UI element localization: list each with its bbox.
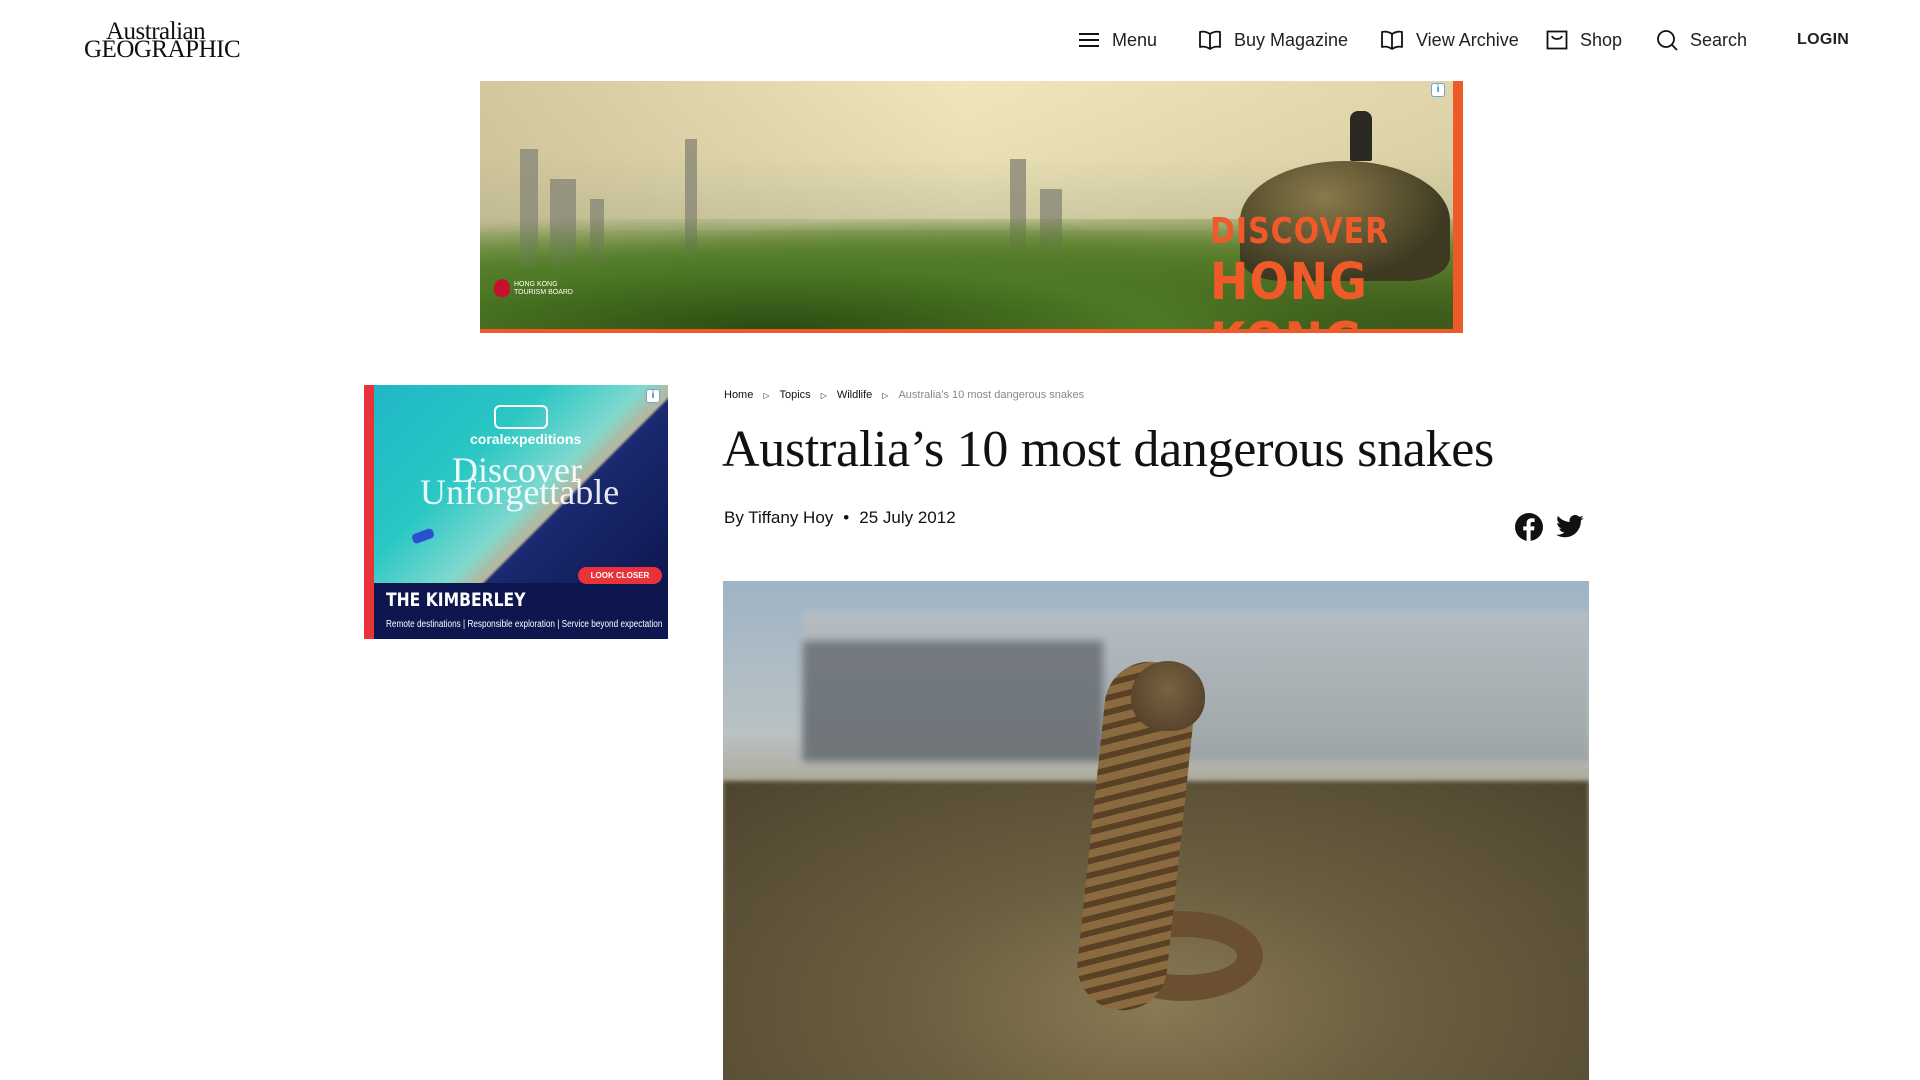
article-byline: By Tiffany Hoy • 25 July 2012 [724, 508, 956, 528]
coral-logo-icon [494, 405, 548, 429]
search-label: Search [1690, 29, 1748, 50]
search-button[interactable]: Search [1656, 26, 1747, 54]
menu-label: Menu [1112, 29, 1158, 50]
menu-button[interactable]: Menu [1078, 26, 1157, 54]
sidebar-ad-brand: coralexpeditions [470, 431, 582, 447]
sidebar-ad-title: THE KIMBERLEY [386, 589, 526, 611]
article-hero-image [723, 581, 1589, 1080]
book-icon [1199, 30, 1221, 50]
shop-link[interactable]: Shop [1546, 26, 1622, 54]
hamburger-icon [1079, 33, 1099, 47]
sponsor-logo: HONG KONG TOURISM BOARD [494, 279, 573, 297]
book-icon [1381, 30, 1403, 50]
twitter-share-button[interactable] [1555, 512, 1585, 542]
sponsor-name-1: HONG KONG [514, 281, 558, 288]
facebook-share-button[interactable] [1514, 512, 1544, 542]
caret-right-icon: ▷ [763, 390, 770, 400]
caret-right-icon: ▷ [820, 390, 827, 400]
banner-headline-1: DISCOVER [1210, 210, 1390, 253]
caret-right-icon: ▷ [882, 390, 889, 400]
banner-advertisement[interactable]: DISCOVER HONG KONG HONG KONG TOURISM BOA… [480, 81, 1463, 333]
breadcrumb-wildlife[interactable]: Wildlife [837, 389, 872, 401]
banner-headline-2: HONG KONG [1210, 251, 1368, 329]
sidebar-ad-headline-2: Unforgettable [420, 472, 620, 512]
shop-label: Shop [1580, 29, 1623, 50]
search-icon [1657, 30, 1678, 51]
author-link[interactable]: By Tiffany Hoy [724, 508, 833, 528]
tourism-board-mark [494, 279, 510, 297]
twitter-icon [1556, 515, 1584, 538]
sidebar-advertisement[interactable]: coralexpeditions Discover Unforgettable … [364, 385, 668, 639]
snake-head [1131, 661, 1205, 731]
breadcrumb-home[interactable]: Home [724, 389, 753, 401]
publish-date: 25 July 2012 [859, 508, 956, 527]
buy-magazine-link[interactable]: Buy Magazine [1198, 26, 1348, 54]
buy-magazine-label: Buy Magazine [1234, 29, 1349, 50]
logo-line-2: GEOGRAPHIC [84, 36, 241, 63]
sponsor-name-2: TOURISM BOARD [514, 289, 573, 296]
view-archive-label: View Archive [1416, 29, 1519, 50]
look-closer-button[interactable]: LOOK CLOSER [578, 567, 662, 584]
view-archive-link[interactable]: View Archive [1380, 26, 1519, 54]
banner-person [1350, 111, 1372, 161]
site-header: Australian GEOGRAPHIC Menu Buy Magazine … [0, 0, 1920, 80]
facebook-icon [1515, 513, 1543, 541]
login-button[interactable]: LOGIN [1797, 26, 1849, 54]
shop-bag-icon [1546, 30, 1568, 50]
breadcrumb-topics[interactable]: Topics [780, 389, 811, 401]
adchoices-icon[interactable]: i [646, 389, 660, 403]
breadcrumb: Home ▷ Topics ▷ Wildlife ▷ Australia’s 1… [724, 389, 1084, 401]
adchoices-icon[interactable]: i [1431, 83, 1445, 97]
hero-building-shadow [803, 641, 1103, 761]
article-title: Australia’s 10 most dangerous snakes [722, 421, 1494, 478]
sidebar-ad-tagline: Remote destinations | Responsible explor… [386, 619, 663, 630]
breadcrumb-current: Australia’s 10 most dangerous snakes [898, 389, 1085, 401]
site-logo[interactable]: Australian GEOGRAPHIC [84, 14, 241, 63]
byline-separator: • [843, 508, 850, 527]
